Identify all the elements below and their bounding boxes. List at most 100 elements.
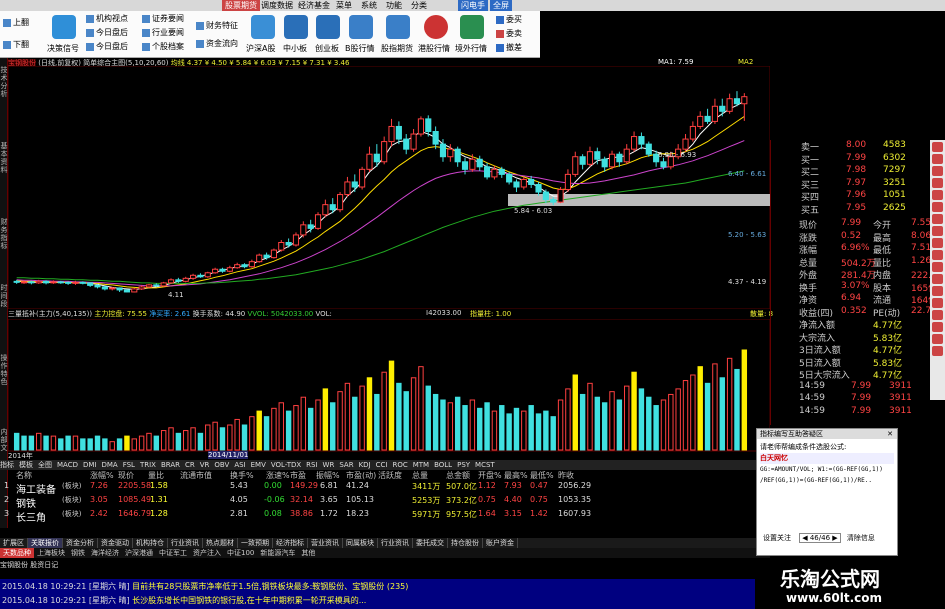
indicator-tab[interactable]: MTM: [413, 461, 429, 469]
tool-icon[interactable]: [932, 274, 943, 284]
tab-0[interactable]: 扩展区: [0, 538, 28, 548]
tool-icon[interactable]: [932, 142, 943, 152]
tab-7[interactable]: 一致预期: [238, 538, 273, 548]
indicator-tab[interactable]: 全图: [38, 461, 52, 469]
indicator-tab[interactable]: MACD: [57, 461, 78, 469]
rail-ops[interactable]: 操作特色: [0, 354, 8, 386]
market-sh-icon[interactable]: [251, 15, 275, 39]
sector-tab[interactable]: 沪深港通: [122, 548, 156, 558]
rail-period[interactable]: 时间段: [0, 284, 8, 308]
finance-button[interactable]: 财务特征: [196, 20, 238, 31]
ask-button[interactable]: 委卖: [496, 28, 522, 39]
menu-category[interactable]: 分类: [408, 0, 430, 11]
news-line-1[interactable]: 2015.04.18 10:29:21 [星期六 晴] 目前共有28只股票市净率…: [2, 581, 408, 592]
col-header[interactable]: 总金额: [446, 470, 470, 481]
tool-icon[interactable]: [932, 238, 943, 248]
col-header[interactable]: 涨幅%: [90, 470, 114, 481]
tool-icon[interactable]: [932, 334, 943, 344]
menu-dispatch[interactable]: 调度数据: [258, 0, 296, 11]
menu-flash[interactable]: 闪电手: [458, 0, 488, 11]
tool-icon[interactable]: [932, 310, 943, 320]
page-down-button[interactable]: 下翻: [3, 39, 29, 50]
col-header[interactable]: 最高%: [504, 470, 528, 481]
indicator-tab[interactable]: KDJ: [359, 461, 371, 469]
tab-11[interactable]: 行业资讯: [378, 538, 413, 548]
table-row[interactable]: 1 海工装备 (板块) 7.26 2205.58 1.58 5.43 0.00 149.29 6.…: [0, 481, 770, 496]
col-header[interactable]: 总量: [412, 470, 428, 481]
cancel-diff-button[interactable]: 撤差: [496, 42, 522, 53]
close-icon[interactable]: ✕: [887, 429, 893, 439]
tab-14[interactable]: 账户资金: [483, 538, 518, 548]
tool-icon[interactable]: [932, 202, 943, 212]
tool-icon[interactable]: [932, 250, 943, 260]
rail-basic[interactable]: 基本资料: [0, 142, 8, 174]
table-row[interactable]: 3 长三角 (板块) 2.42 1646.79 1.28 2.81 0.08 38.86 1.72…: [0, 509, 770, 524]
indicator-tab[interactable]: EMV: [251, 461, 266, 469]
col-header[interactable]: 流通市值: [180, 470, 212, 481]
sector-tab[interactable]: 海洋经济: [88, 548, 122, 558]
today-close-button-2[interactable]: 今日盘后: [86, 41, 128, 52]
tab-6[interactable]: 热点题材: [203, 538, 238, 548]
col-header[interactable]: 名称: [16, 470, 32, 481]
market-gem-icon[interactable]: [316, 15, 340, 39]
page-up-button[interactable]: 上翻: [3, 17, 29, 28]
indicator-tab[interactable]: FSL: [123, 461, 135, 469]
tab-13[interactable]: 持仓股份: [448, 538, 483, 548]
table-row[interactable]: 2 钢铁 (板块) 3.05 1085.49 1.31 4.05 -0.06 32.14 3.65…: [0, 495, 770, 510]
menu-system[interactable]: 系统: [358, 0, 380, 11]
sector-tab[interactable]: 钢铁: [68, 548, 88, 558]
col-header[interactable]: 活跃度: [378, 470, 402, 481]
tool-icon[interactable]: [932, 190, 943, 200]
rail-internal[interactable]: 内部文: [0, 428, 8, 452]
col-header[interactable]: 换手%: [230, 470, 254, 481]
sector-tab[interactable]: 天数品种: [0, 548, 34, 558]
tab-9[interactable]: 营业资讯: [308, 538, 343, 548]
indicator-tab[interactable]: WR: [323, 461, 335, 469]
tool-icon[interactable]: [932, 298, 943, 308]
tab-12[interactable]: 委托成交: [413, 538, 448, 548]
sector-tab[interactable]: 资产注入: [190, 548, 224, 558]
bid-button[interactable]: 委买: [496, 14, 522, 25]
indicator-tab[interactable]: 模板: [19, 461, 33, 469]
follow-button[interactable]: 设置关注: [763, 534, 791, 542]
fundflow-button[interactable]: 资金流向: [196, 38, 238, 49]
stock-profile-button[interactable]: 个股档案: [142, 41, 184, 52]
menu-stocks[interactable]: 股票期货: [222, 0, 260, 11]
news-line-2[interactable]: 2015.04.18 10:29:21 [星期六 晴] 长沙股东增长中国钢铁的银…: [2, 595, 366, 606]
indicator-tab[interactable]: CR: [185, 461, 195, 469]
menu-fullscreen[interactable]: 全屏: [490, 0, 512, 11]
indicator-tab[interactable]: BRAR: [161, 461, 180, 469]
chart-area[interactable]: 4.11 5.84 - 6.03 6.90 - 6.93 6.40 - 6.61…: [8, 66, 770, 452]
inst-view-button[interactable]: 机构视点: [86, 13, 128, 24]
tool-icon[interactable]: [932, 346, 943, 356]
indicator-tab[interactable]: SAR: [339, 461, 353, 469]
menu-function[interactable]: 功能: [383, 0, 405, 11]
tab-1[interactable]: 关联报价: [28, 538, 63, 548]
market-sme-icon[interactable]: [284, 15, 308, 39]
indicator-tab[interactable]: RSI: [306, 461, 317, 469]
tab-10[interactable]: 同属板块: [343, 538, 378, 548]
indicator-tab[interactable]: VR: [200, 461, 210, 469]
rail-tech[interactable]: 技术分析: [0, 66, 8, 98]
tool-icon[interactable]: [932, 262, 943, 272]
rail-finance[interactable]: 财务指标: [0, 218, 8, 250]
tool-icon[interactable]: [932, 214, 943, 224]
tool-icon[interactable]: [932, 178, 943, 188]
sec-news-button[interactable]: 证券要闻: [142, 13, 184, 24]
foreign-market-icon[interactable]: [460, 15, 484, 39]
indicator-tab[interactable]: DMI: [83, 461, 97, 469]
col-header[interactable]: 涨速%: [266, 470, 290, 481]
indicator-tab[interactable]: BOLL: [434, 461, 452, 469]
indicator-tab[interactable]: MCST: [475, 461, 495, 469]
indicator-tab[interactable]: ROC: [392, 461, 407, 469]
col-header[interactable]: 振幅%: [316, 470, 340, 481]
col-header[interactable]: 开盘%: [478, 470, 502, 481]
tool-icon[interactable]: [932, 226, 943, 236]
pager[interactable]: ◀ 46/46 ▶: [799, 533, 841, 543]
clear-button[interactable]: 清除信息: [847, 534, 875, 542]
col-header[interactable]: 量比: [148, 470, 164, 481]
index-futures-icon[interactable]: [386, 15, 410, 39]
indicator-tab[interactable]: DMA: [101, 461, 117, 469]
tool-icon[interactable]: [932, 166, 943, 176]
tab-8[interactable]: 经济指标: [273, 538, 308, 548]
